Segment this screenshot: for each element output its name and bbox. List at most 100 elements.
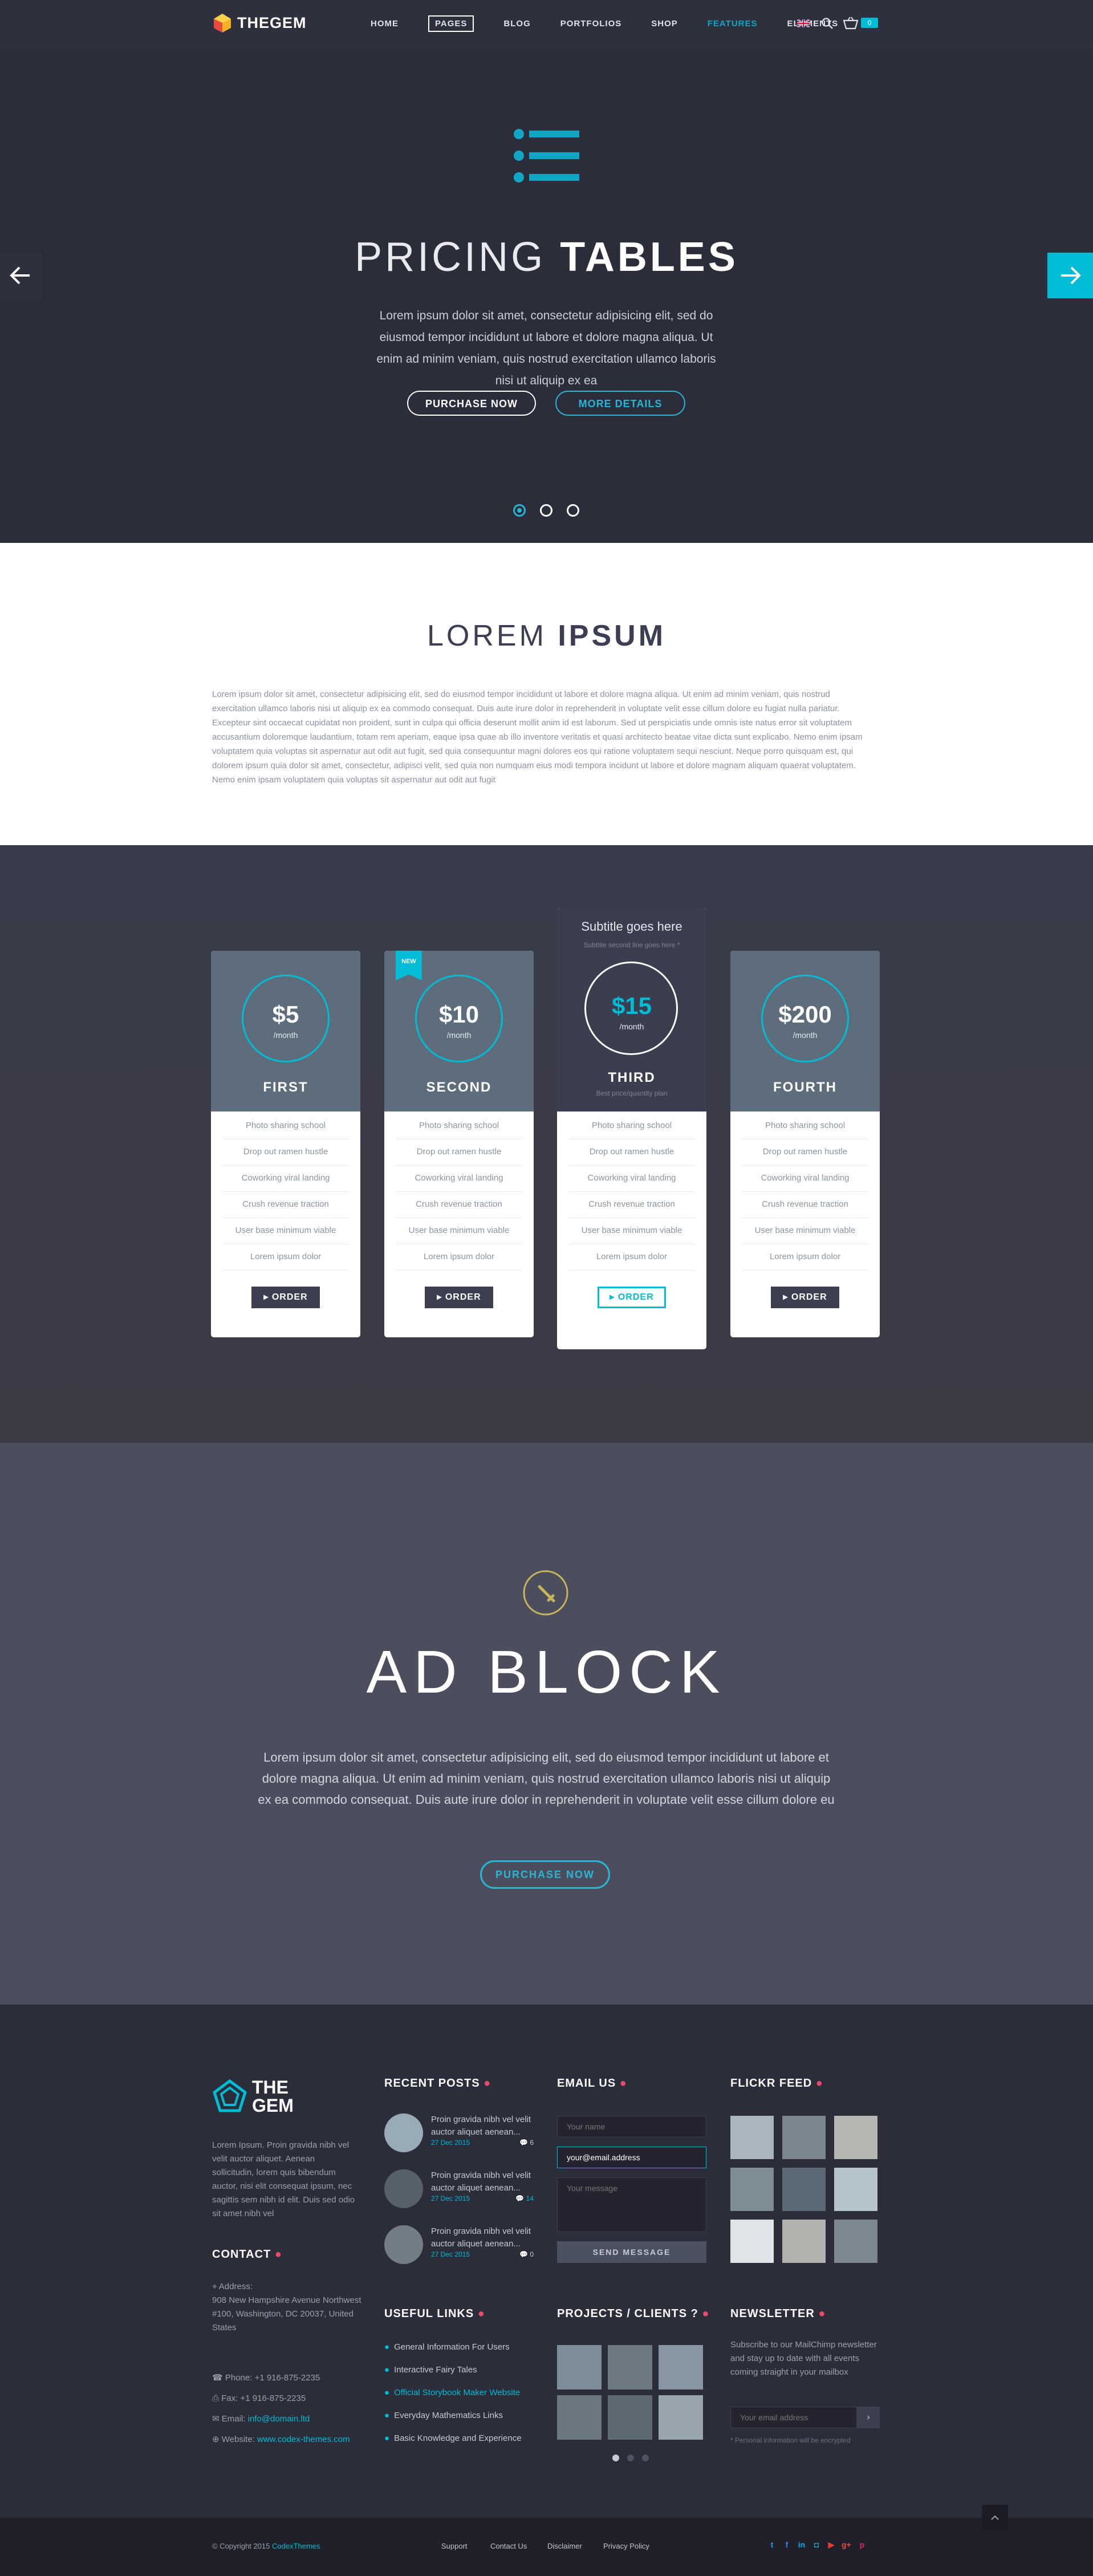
footer-logo[interactable]: THE GEM xyxy=(212,2078,294,2115)
order-button[interactable]: ▸ ORDER xyxy=(598,1287,666,1308)
nav-features[interactable]: FEATURES xyxy=(708,19,758,29)
useful-link[interactable]: ● General Information For Users xyxy=(384,2336,522,2359)
copyright-link[interactable]: CodexThemes xyxy=(272,2542,320,2550)
pinterest-icon[interactable]: p xyxy=(858,2540,867,2549)
list-icon xyxy=(514,129,579,182)
cart-icon[interactable] xyxy=(843,16,859,30)
post-date: 27 Dec 2015 xyxy=(431,2250,470,2258)
comment-count: 6 xyxy=(530,2139,534,2147)
flickr-image[interactable] xyxy=(730,2220,774,2263)
flickr-image[interactable] xyxy=(834,2220,877,2263)
plan-feature: User base minimum viable xyxy=(742,1218,868,1244)
instagram-icon[interactable]: ◘ xyxy=(812,2540,821,2549)
cart-count-badge[interactable]: 0 xyxy=(861,18,878,28)
order-button[interactable]: ▸ ORDER xyxy=(425,1287,493,1308)
newsletter-submit-button[interactable]: › xyxy=(857,2407,880,2428)
search-icon[interactable] xyxy=(821,17,834,30)
nav-shop[interactable]: SHOP xyxy=(651,19,678,29)
project-thumbnail[interactable] xyxy=(557,2345,602,2390)
message-textarea[interactable] xyxy=(557,2177,706,2232)
useful-link[interactable]: ● Interactive Fairy Tales xyxy=(384,2359,522,2382)
scroll-top-button[interactable] xyxy=(982,2505,1008,2531)
post-title: Proin gravida nibh vel velit auctor aliq… xyxy=(431,2226,531,2249)
recent-post[interactable]: Proin gravida nibh vel velit auctor aliq… xyxy=(384,2225,534,2264)
send-message-button[interactable]: SEND MESSAGE xyxy=(557,2241,706,2263)
flickr-image[interactable] xyxy=(782,2116,826,2159)
newsletter-text: Subscribe to our MailChimp newsletter an… xyxy=(730,2340,877,2377)
order-button[interactable]: ▸ ORDER xyxy=(771,1287,839,1308)
recent-post[interactable]: Proin gravida nibh vel velit auctor aliq… xyxy=(384,2113,534,2152)
project-thumbnail[interactable] xyxy=(659,2395,703,2440)
project-thumbnail[interactable] xyxy=(557,2395,602,2440)
nav-portfolios[interactable]: PORTFOLIOS xyxy=(560,19,622,29)
footer-link-privacy[interactable]: Privacy Policy xyxy=(603,2542,649,2550)
flickr-image[interactable] xyxy=(782,2168,826,2211)
slider-dot-3[interactable] xyxy=(567,504,579,517)
useful-link-text: Interactive Fairy Tales xyxy=(394,2365,477,2375)
plan-feature: Photo sharing school xyxy=(568,1113,695,1139)
project-thumbnail[interactable] xyxy=(608,2345,652,2390)
phone-icon: ☎ xyxy=(212,2373,223,2383)
slider-next-button[interactable] xyxy=(1047,253,1093,298)
slider-dot-2[interactable] xyxy=(540,504,552,517)
useful-link[interactable]: ● Everyday Mathematics Links xyxy=(384,2404,522,2427)
hero-title-light: PRICING xyxy=(355,234,546,280)
youtube-icon[interactable]: ▶ xyxy=(827,2540,836,2549)
slider-dot-1[interactable] xyxy=(513,504,526,517)
projects-dot-1[interactable] xyxy=(612,2455,619,2461)
nav-home[interactable]: HOME xyxy=(371,19,399,29)
email-link[interactable]: info@domain.ltd xyxy=(248,2414,310,2424)
flickr-image[interactable] xyxy=(834,2116,877,2159)
plan-header: Subtitle goes here Subtitle second line … xyxy=(557,908,706,1111)
projects-dot-3[interactable] xyxy=(642,2455,649,2461)
flickr-image[interactable] xyxy=(834,2168,877,2211)
projects-dot-2[interactable] xyxy=(627,2455,634,2461)
newsletter-email-input[interactable] xyxy=(730,2407,857,2428)
googleplus-icon[interactable]: g+ xyxy=(842,2540,851,2549)
contact-phone: ☎ Phone: +1 916-875-2235 xyxy=(212,2371,320,2385)
order-button[interactable]: ▸ ORDER xyxy=(251,1287,320,1308)
useful-link[interactable]: ● Official Storybook Maker Website xyxy=(384,2382,522,2404)
more-details-button[interactable]: MORE DETAILS xyxy=(555,391,685,416)
purchase-now-button[interactable]: PURCHASE NOW xyxy=(407,391,536,416)
uk-flag-icon[interactable] xyxy=(797,19,810,27)
new-badge: NEW xyxy=(396,951,422,980)
recent-post[interactable]: Proin gravida nibh vel velit auctor aliq… xyxy=(384,2169,534,2208)
gem-pentagon-icon xyxy=(213,2079,247,2112)
footer-link-support[interactable]: Support xyxy=(441,2542,468,2550)
chevron-right-icon: › xyxy=(867,2412,870,2422)
footer-link-disclaimer[interactable]: Disclaimer xyxy=(547,2542,582,2550)
logo[interactable]: THEGEM xyxy=(212,11,307,34)
project-thumbnail[interactable] xyxy=(608,2395,652,2440)
useful-link[interactable]: ● Basic Knowledge and Experience xyxy=(384,2427,522,2450)
linkedin-icon[interactable]: in xyxy=(797,2540,806,2549)
order-label: ORDER xyxy=(271,1292,308,1302)
pricing-section xyxy=(0,845,1093,1443)
post-meta: 27 Dec 2015 💬 6 xyxy=(431,2139,534,2147)
post-title: Proin gravida nibh vel velit auctor aliq… xyxy=(431,2115,531,2137)
post-thumbnail xyxy=(384,2113,423,2152)
useful-links-title: USEFUL LINKS ● xyxy=(384,2307,485,2320)
flickr-image[interactable] xyxy=(730,2116,774,2159)
plan-header: $5 /month FIRST xyxy=(211,951,360,1111)
pricing-plan-third: Subtitle goes here Subtitle second line … xyxy=(557,908,706,1349)
website-link[interactable]: www.codex-themes.com xyxy=(257,2435,350,2444)
contact-title-text: CONTACT xyxy=(212,2248,271,2261)
useful-link-text: Official Storybook Maker Website xyxy=(394,2388,521,2397)
footer-link-contact[interactable]: Contact Us xyxy=(490,2542,527,2550)
flickr-feed-title: FLICKR FEED ● xyxy=(730,2077,823,2090)
email-input[interactable] xyxy=(557,2147,706,2168)
ad-block-section xyxy=(0,1443,1093,2005)
slider-prev-button[interactable] xyxy=(0,253,42,298)
nav-blog[interactable]: BLOG xyxy=(503,19,530,29)
nav-pages[interactable]: PAGES xyxy=(428,15,474,32)
name-input[interactable] xyxy=(557,2116,706,2137)
flickr-image[interactable] xyxy=(730,2168,774,2211)
twitter-icon[interactable]: t xyxy=(767,2540,777,2549)
plan-period: /month xyxy=(619,1022,644,1031)
flickr-image[interactable] xyxy=(782,2220,826,2263)
facebook-icon[interactable]: f xyxy=(782,2540,791,2549)
comment-count: 0 xyxy=(530,2250,534,2258)
project-thumbnail[interactable] xyxy=(659,2345,703,2390)
ad-purchase-button[interactable]: PURCHASE NOW xyxy=(480,1860,610,1889)
